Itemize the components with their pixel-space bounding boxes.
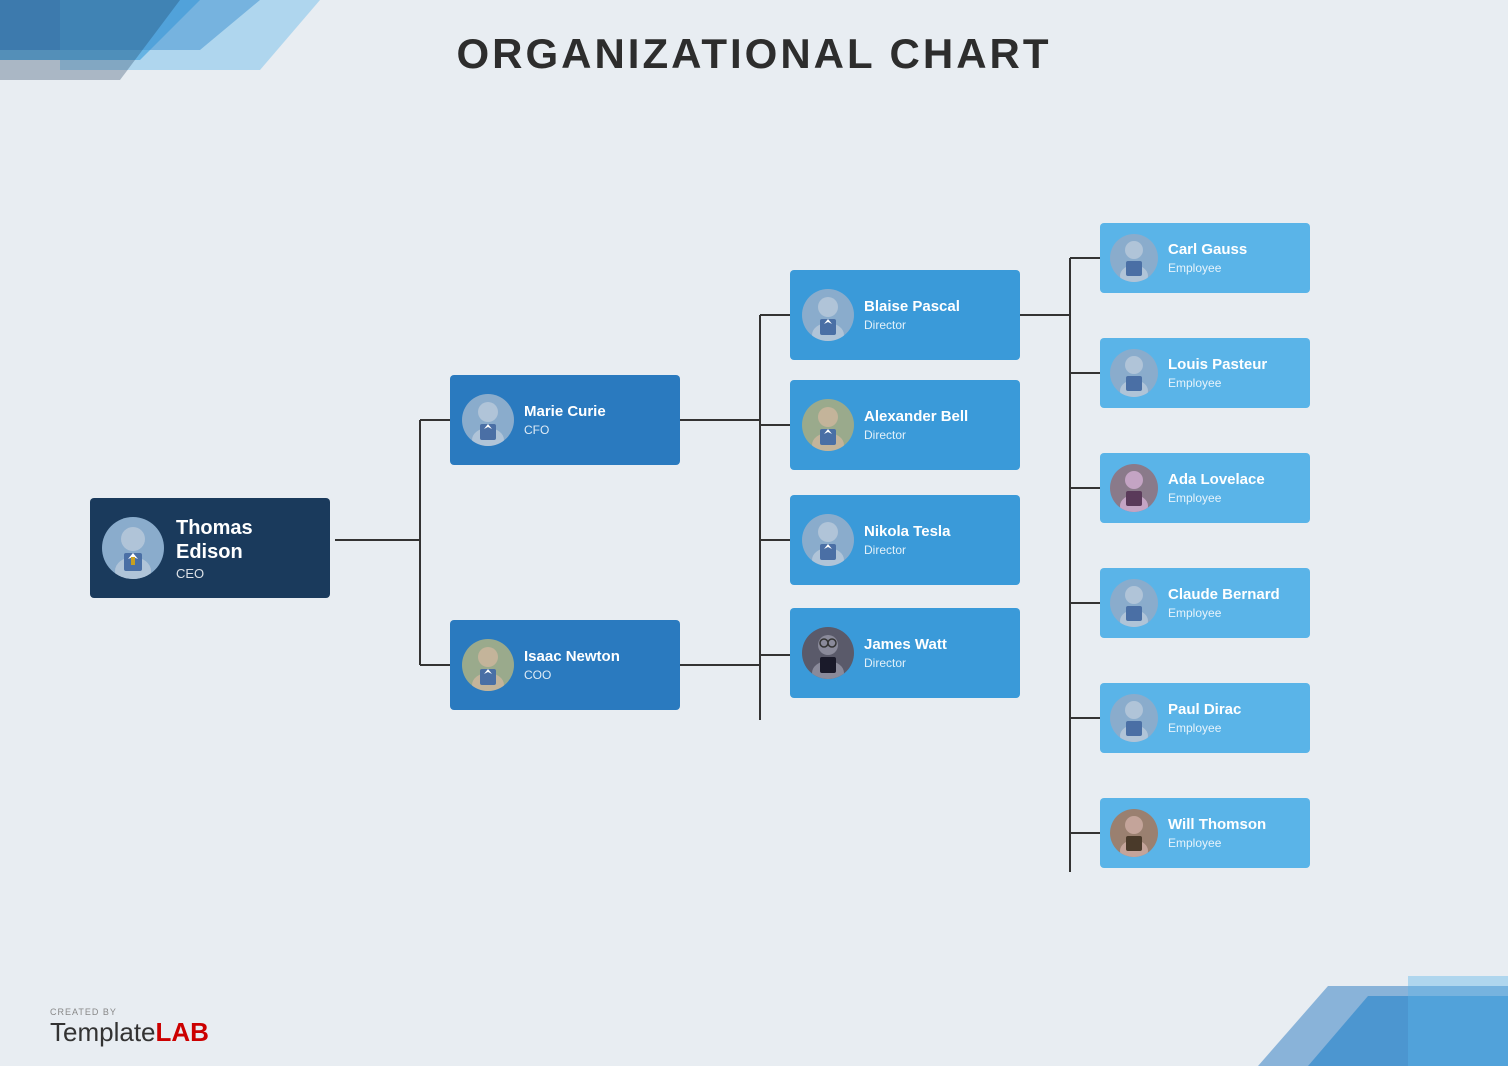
director-node-2: Nikola Tesla Director [790,495,1020,585]
cfo-title: CFO [524,423,606,437]
employee-node-3: Claude Bernard Employee [1100,568,1310,638]
cfo-avatar [462,394,514,446]
employee-node-1: Louis Pasteur Employee [1100,338,1310,408]
employee-node-2: Ada Lovelace Employee [1100,453,1310,523]
director1-name: Alexander Bell [864,408,968,426]
emp2-title: Employee [1168,491,1265,505]
emp2-info: Ada Lovelace Employee [1168,471,1265,505]
emp1-avatar [1110,349,1158,397]
emp1-info: Louis Pasteur Employee [1168,356,1267,390]
emp3-name: Claude Bernard [1168,586,1280,604]
watermark-brand: TemplateLAB [50,1021,209,1046]
emp2-name: Ada Lovelace [1168,471,1265,489]
mid-node-1: Isaac Newton COO [450,620,680,710]
director-node-0: Blaise Pascal Director [790,270,1020,360]
director0-avatar [802,289,854,341]
director1-avatar [802,399,854,451]
emp3-title: Employee [1168,606,1280,620]
emp1-title: Employee [1168,376,1267,390]
emp0-avatar [1110,234,1158,282]
watermark: CREATED BY TemplateLAB [50,1007,209,1048]
emp4-info: Paul Dirac Employee [1168,701,1241,735]
emp5-info: Will Thomson Employee [1168,816,1266,850]
emp3-avatar [1110,579,1158,627]
director2-name: Nikola Tesla [864,523,950,541]
emp0-name: Carl Gauss [1168,241,1247,259]
mid-node-0: Marie Curie CFO [450,375,680,465]
director0-name: Blaise Pascal [864,298,960,316]
director2-info: Nikola Tesla Director [864,523,950,557]
director2-title: Director [864,543,950,557]
watermark-brand-bold: LAB [156,1017,209,1047]
ceo-name: Thomas Edison [176,516,318,564]
ceo-avatar [102,517,164,579]
director1-info: Alexander Bell Director [864,408,968,442]
director0-info: Blaise Pascal Director [864,298,960,332]
coo-title: COO [524,668,620,682]
director-node-3: James Watt Director [790,608,1020,698]
employee-node-0: Carl Gauss Employee [1100,223,1310,293]
emp0-info: Carl Gauss Employee [1168,241,1247,275]
emp4-avatar [1110,694,1158,742]
emp2-avatar [1110,464,1158,512]
watermark-created-by: CREATED BY [50,1007,117,1017]
director1-title: Director [864,428,968,442]
watermark-brand-regular: Template [50,1017,156,1047]
coo-avatar [462,639,514,691]
emp5-avatar [1110,809,1158,857]
ceo-info: Thomas Edison CEO [176,516,318,581]
emp4-title: Employee [1168,721,1241,735]
emp5-title: Employee [1168,836,1266,850]
emp4-name: Paul Dirac [1168,701,1241,719]
coo-name: Isaac Newton [524,648,620,666]
director3-info: James Watt Director [864,636,947,670]
coo-info: Isaac Newton COO [524,648,620,682]
director-node-1: Alexander Bell Director [790,380,1020,470]
cfo-name: Marie Curie [524,403,606,421]
director0-title: Director [864,318,960,332]
director3-name: James Watt [864,636,947,654]
director2-avatar [802,514,854,566]
employee-node-4: Paul Dirac Employee [1100,683,1310,753]
emp3-info: Claude Bernard Employee [1168,586,1280,620]
cfo-info: Marie Curie CFO [524,403,606,437]
page-title: ORGANIZATIONAL CHART [0,30,1508,78]
watermark-brand-container: TemplateLAB [50,1017,209,1048]
ceo-node: Thomas Edison CEO [90,498,330,598]
director3-avatar [802,627,854,679]
chart-wrapper: Thomas Edison CEO Marie Curie CFO [60,110,1448,986]
emp1-name: Louis Pasteur [1168,356,1267,374]
emp5-name: Will Thomson [1168,816,1266,834]
chart-area: Thomas Edison CEO Marie Curie CFO [60,110,1448,986]
emp0-title: Employee [1168,261,1247,275]
employee-node-5: Will Thomson Employee [1100,798,1310,868]
ceo-title: CEO [176,566,318,581]
director3-title: Director [864,656,947,670]
